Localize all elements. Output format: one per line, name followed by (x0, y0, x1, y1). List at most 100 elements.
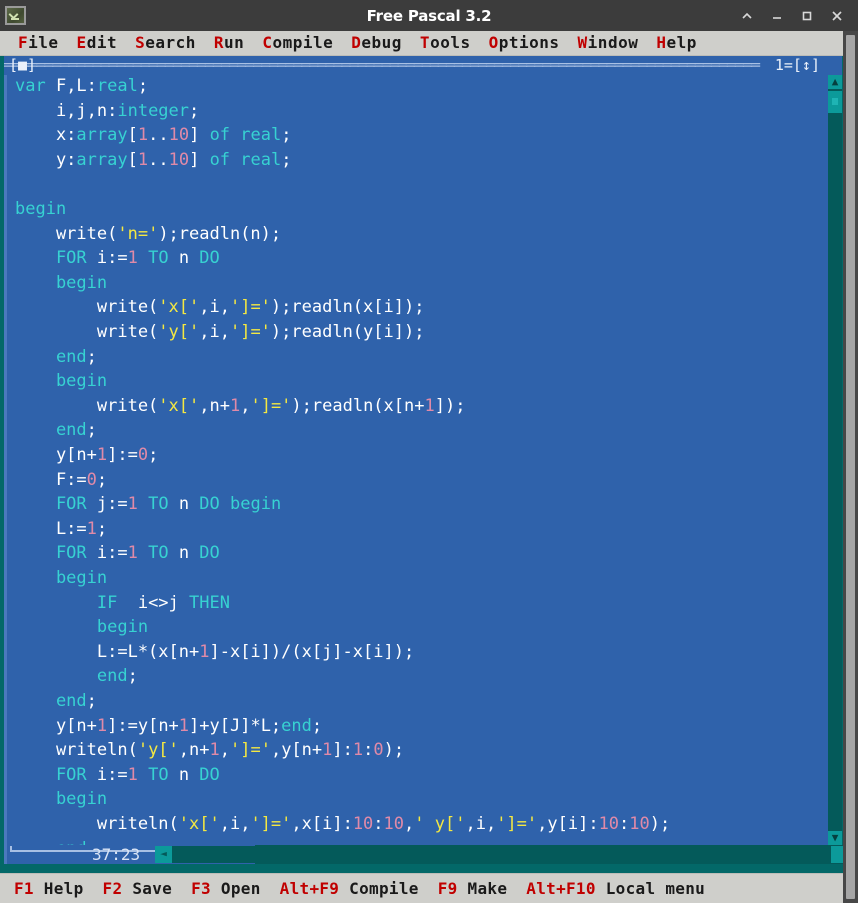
code-token-id: ; (87, 691, 97, 711)
code-token-id: ]:= (107, 445, 138, 465)
menu-item-edit[interactable]: Edit (68, 32, 127, 54)
code-token-kw: FOR (15, 494, 97, 514)
code-token-num: 1 (322, 740, 332, 760)
code-token-id: ,y[i]: (537, 814, 598, 834)
maximize-icon[interactable] (792, 2, 822, 30)
code-token-kw: DO (189, 765, 220, 785)
code-token-str: ']=' (230, 740, 271, 760)
hint-label: Save (122, 879, 172, 898)
code-token-id: ; (128, 666, 138, 686)
code-token-id: .. (148, 125, 168, 145)
code-line: L:=L*(x[n+1]-x[i])/(x[j]-x[i]); (15, 640, 414, 665)
collapse-icon[interactable] (732, 2, 762, 30)
hint-compile[interactable]: Alt+F9 Compile (280, 879, 419, 898)
code-token-num: 1 (353, 740, 363, 760)
hint-local-menu[interactable]: Alt+F10 Local menu (526, 879, 705, 898)
code-token-str: ']=' (250, 814, 291, 834)
hint-open[interactable]: F3 Open (191, 879, 261, 898)
hint-key: Alt+F9 (280, 879, 340, 898)
code-token-kw: integer (117, 101, 189, 121)
editor-close-box[interactable]: [■] (9, 56, 36, 75)
code-token-kw: begin (15, 568, 107, 588)
code-token-kw: FOR (15, 765, 97, 785)
code-token-kw: TO (138, 765, 179, 785)
code-editor[interactable]: var F,L:real; i,j,n:integer; x:array[1..… (7, 75, 802, 845)
code-token-id: , (220, 740, 230, 760)
code-token-id: ); (650, 814, 670, 834)
code-token-id: ; (97, 519, 107, 539)
editor-window-number[interactable]: 1=[↕] (773, 56, 820, 75)
code-token-num: 0 (138, 445, 148, 465)
code-token-id: writeln( (15, 814, 179, 834)
code-token-num: 10 (169, 125, 189, 145)
code-token-id: y: (15, 150, 76, 170)
code-line: end; (15, 345, 97, 370)
code-token-id: ,i, (220, 814, 251, 834)
menu-item-tools[interactable]: Tools (411, 32, 480, 54)
code-token-kw: IF (15, 593, 128, 613)
cursor-position-indicator: 37:23 (92, 845, 140, 864)
code-token-kw: DO (189, 543, 220, 563)
code-line: end; (15, 664, 138, 689)
menu-item-file[interactable]: File (9, 32, 68, 54)
editor-window: ════════════════════════════════════════… (4, 56, 842, 864)
code-token-num: 1 (230, 396, 240, 416)
code-token-kw: end (281, 716, 312, 736)
code-token-kw: end (15, 347, 87, 367)
menu-hotkey-letter: R (214, 33, 224, 52)
code-token-id: ,n+ (199, 396, 230, 416)
hint-key: Alt+F10 (526, 879, 596, 898)
code-token-kw: DO (189, 248, 220, 268)
code-line: IF i<>j THEN (15, 591, 230, 616)
hint-help[interactable]: F1 Help (14, 879, 84, 898)
code-token-id: );readln(x[n+ (291, 396, 424, 416)
code-token-id: i<>j (128, 593, 179, 613)
code-token-str: 'x[' (158, 396, 199, 416)
code-token-id: , (404, 814, 414, 834)
code-token-kw: begin (15, 789, 107, 809)
horizontal-scrollbar-track[interactable] (172, 846, 831, 863)
menu-item-help[interactable]: Help (647, 32, 706, 54)
menu-item-run[interactable]: Run (205, 32, 253, 54)
menu-item-label: earch (145, 33, 196, 52)
menu-item-compile[interactable]: Compile (253, 32, 342, 54)
hint-save[interactable]: F2 Save (103, 879, 173, 898)
code-token-id: ,n+ (179, 740, 210, 760)
code-token-id: ]); (435, 396, 466, 416)
hint-key: F9 (438, 879, 458, 898)
scroll-left-arrow[interactable]: ◄ (155, 846, 172, 863)
os-scrollbar-thumb[interactable] (846, 35, 855, 899)
code-token-kw: array (76, 150, 127, 170)
scroll-up-arrow[interactable]: ▲ (828, 75, 842, 89)
code-token-kw: begin (15, 273, 107, 293)
code-token-num: 1 (199, 642, 209, 662)
code-token-num: 1 (179, 716, 189, 736)
code-token-id: : (363, 740, 373, 760)
vertical-scrollbar[interactable]: ▲ ▼ (828, 75, 842, 845)
vertical-scrollbar-thumb[interactable] (828, 91, 842, 113)
code-token-id: y[n+ (15, 445, 97, 465)
code-token-kw: TO (138, 248, 179, 268)
menu-item-search[interactable]: Search (126, 32, 205, 54)
hint-key: F2 (103, 879, 123, 898)
menu-item-debug[interactable]: Debug (342, 32, 411, 54)
minimize-icon[interactable] (762, 2, 792, 30)
code-token-num: 1 (128, 765, 138, 785)
code-line: L:=1; (15, 517, 107, 542)
code-token-id: n (179, 543, 189, 563)
code-token-id: );readln(n); (158, 224, 281, 244)
code-line: FOR j:=1 TO n DO begin (15, 492, 281, 517)
hint-make[interactable]: F9 Make (438, 879, 508, 898)
code-line: write('n=');readln(n); (15, 222, 281, 247)
os-scrollbar[interactable] (843, 31, 858, 903)
code-line: var F,L:real; (15, 75, 148, 99)
hint-label: Help (34, 879, 84, 898)
code-token-id: writeln( (15, 740, 138, 760)
menu-item-options[interactable]: Options (480, 32, 569, 54)
scroll-down-arrow[interactable]: ▼ (828, 831, 842, 845)
code-token-str: ']=' (496, 814, 537, 834)
menu-item-window[interactable]: Window (569, 32, 648, 54)
code-token-num: 0 (373, 740, 383, 760)
close-icon[interactable] (822, 2, 852, 30)
function-key-hintbar: F1 Help F2 Save F3 Open Alt+F9 Compile F9 Ma… (0, 873, 858, 903)
